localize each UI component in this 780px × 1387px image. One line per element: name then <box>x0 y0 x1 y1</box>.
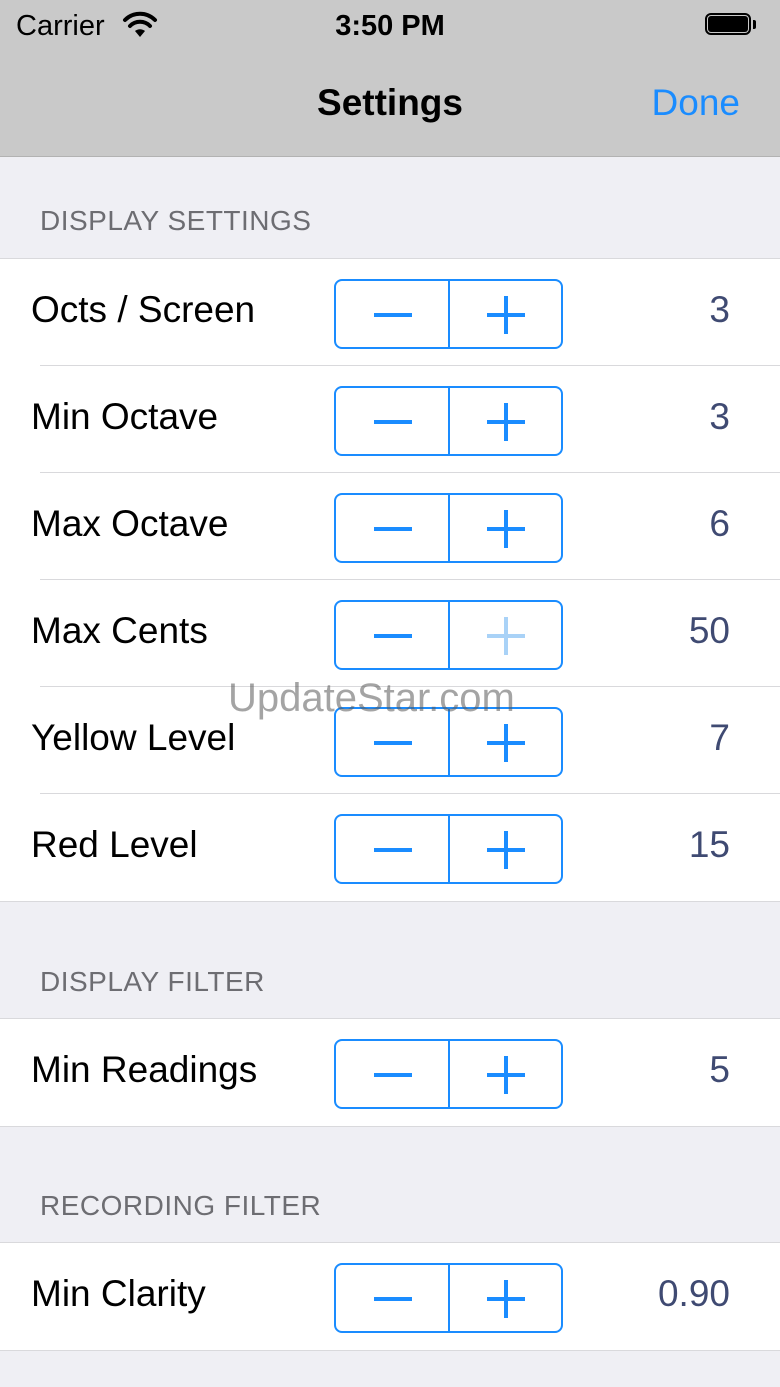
increment-button[interactable] <box>450 388 562 454</box>
recording-filter-group: Min Clarity 0.90 <box>0 1242 780 1351</box>
display-filter-group: Min Readings 5 <box>0 1018 780 1127</box>
min-readings-stepper[interactable] <box>334 1039 563 1109</box>
battery-icon <box>705 13 756 37</box>
row-value: 15 <box>688 824 730 865</box>
decrement-button[interactable] <box>336 388 450 454</box>
min-octave-stepper[interactable] <box>334 386 563 456</box>
min-clarity-stepper[interactable] <box>334 1263 563 1333</box>
row-value: 0.90 <box>657 1273 730 1314</box>
increment-button[interactable] <box>450 281 562 347</box>
section-header-display-filter: DISPLAY FILTER <box>40 966 265 997</box>
minus-icon <box>374 741 412 745</box>
decrement-button[interactable] <box>336 281 450 347</box>
minus-icon <box>374 848 412 852</box>
settings-row-min-octave: Min Octave 3 <box>0 366 780 473</box>
minus-icon <box>374 313 412 317</box>
display-settings-group: Octs / Screen 3 Min Octave 3 Max Octave … <box>0 258 780 902</box>
decrement-button[interactable] <box>336 816 450 882</box>
increment-button-disabled <box>450 602 562 668</box>
minus-icon <box>374 634 412 638</box>
row-label: Red Level <box>31 824 198 865</box>
increment-button[interactable] <box>450 816 562 882</box>
done-button[interactable]: Done <box>652 82 740 124</box>
row-label: Max Cents <box>31 610 208 651</box>
settings-row-min-clarity: Min Clarity 0.90 <box>0 1243 780 1350</box>
increment-button[interactable] <box>450 1265 562 1331</box>
increment-button[interactable] <box>450 1041 562 1107</box>
max-octave-stepper[interactable] <box>334 493 563 563</box>
decrement-button[interactable] <box>336 495 450 561</box>
navigation-bar: Settings Done <box>0 56 780 157</box>
increment-button[interactable] <box>450 709 562 775</box>
row-value: 7 <box>709 717 730 758</box>
minus-icon <box>374 1297 412 1301</box>
row-label: Yellow Level <box>31 717 236 758</box>
minus-icon <box>374 1073 412 1077</box>
row-label: Min Readings <box>31 1049 258 1090</box>
increment-button[interactable] <box>450 495 562 561</box>
status-bar: Carrier 3:50 PM <box>0 0 780 56</box>
settings-row-red-level: Red Level 15 <box>0 794 780 901</box>
section-header-recording-filter: RECORDING FILTER <box>40 1190 322 1221</box>
status-time: 3:50 PM <box>335 10 445 42</box>
row-label: Min Octave <box>31 396 219 437</box>
row-label: Min Clarity <box>31 1273 206 1314</box>
settings-row-max-cents: Max Cents 50 <box>0 580 780 687</box>
yellow-level-stepper[interactable] <box>334 707 563 777</box>
settings-row-octs-screen: Octs / Screen 3 <box>0 259 780 366</box>
row-label: Max Octave <box>31 503 229 544</box>
decrement-button[interactable] <box>336 709 450 775</box>
decrement-button[interactable] <box>336 1041 450 1107</box>
max-cents-stepper[interactable] <box>334 600 563 670</box>
section-header-display-settings: DISPLAY SETTINGS <box>40 205 312 236</box>
octs-screen-stepper[interactable] <box>334 279 563 349</box>
decrement-button[interactable] <box>336 1265 450 1331</box>
row-value: 3 <box>709 289 730 330</box>
row-value: 5 <box>709 1049 730 1090</box>
decrement-button[interactable] <box>336 602 450 668</box>
settings-row-yellow-level: Yellow Level 7 <box>0 687 780 794</box>
minus-icon <box>374 420 412 424</box>
minus-icon <box>374 527 412 531</box>
settings-row-max-octave: Max Octave 6 <box>0 473 780 580</box>
row-value: 3 <box>709 396 730 437</box>
row-label: Octs / Screen <box>31 289 256 330</box>
row-value: 50 <box>688 610 730 651</box>
row-value: 6 <box>709 503 730 544</box>
settings-row-min-readings: Min Readings 5 <box>0 1019 780 1126</box>
red-level-stepper[interactable] <box>334 814 563 884</box>
